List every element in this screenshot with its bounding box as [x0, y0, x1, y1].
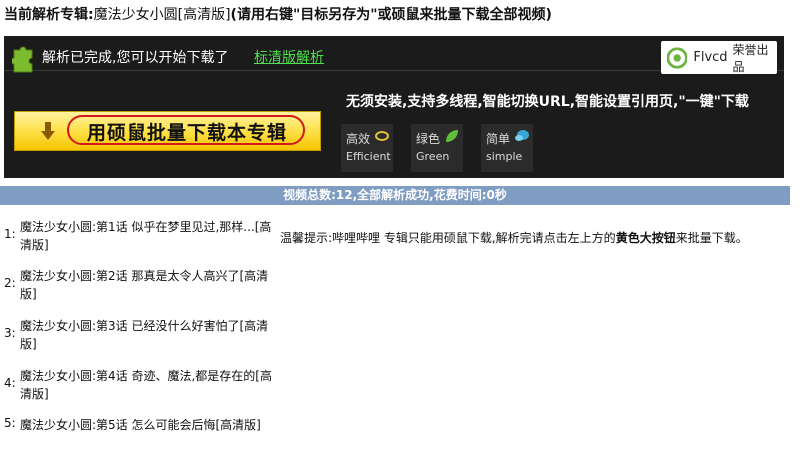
status-text: 解析已完成,您可以开始下载了: [42, 50, 229, 66]
tile-efficient-en: Efficient: [346, 150, 391, 163]
feature-text: 无须安装,支持多线程,智能切换URL,智能设置引用页,"一键"下载: [346, 94, 749, 110]
tile-green: 绿色 Green: [411, 124, 463, 172]
tip-suffix: 来批量下载。: [675, 231, 748, 245]
flvcd-logo[interactable]: Flvcd 荣誉出品: [661, 41, 777, 74]
leaf-icon: [446, 130, 458, 142]
tip-bold: 黄色大按钮: [615, 231, 676, 245]
download-arrow-icon: [41, 122, 55, 140]
flvcd-logo-icon: [667, 46, 688, 69]
logo-name: Flvcd: [693, 50, 728, 65]
video-link[interactable]: 魔法少女小圆:第1话 似乎在梦里见过,那样...[高清版]: [20, 218, 272, 254]
tile-efficient: 高效 Efficient: [341, 124, 393, 172]
tile-green-en: Green: [416, 150, 450, 163]
video-link[interactable]: 魔法少女小圆:第5话 怎么可能会后悔[高清版]: [20, 416, 272, 434]
album-note: (请用右键"目标另存为"或硕鼠来批量下载全部视频): [230, 7, 552, 23]
tile-simple: 简单 simple: [481, 124, 533, 172]
tip-text: 温馨提示:哔哩哔哩 专辑只能用硕鼠下载,解析完请点击左上方的黄色大按钮来批量下载…: [280, 229, 748, 246]
item-number: 4:: [4, 376, 16, 390]
item-number: 5:: [4, 416, 16, 430]
item-number: 2:: [4, 276, 16, 290]
tile-simple-en: simple: [486, 150, 523, 163]
video-link[interactable]: 魔法少女小圆:第2话 那真是太令人高兴了[高清版]: [20, 267, 272, 303]
download-banner: 解析已完成,您可以开始下载了 标清版解析 Flvcd 荣誉出品 无须安装,支持多…: [4, 36, 784, 178]
album-header: 当前解析专辑:魔法少女小圆[高清版](请用右键"目标另存为"或硕鼠来批量下载全部…: [4, 4, 552, 24]
album-label: 当前解析专辑:: [4, 7, 94, 23]
chat-bubble-icon: [515, 130, 529, 141]
item-number: 1:: [4, 227, 16, 241]
logo-tag: 荣誉出品: [732, 42, 769, 74]
video-link[interactable]: 魔法少女小圆:第3话 已经没什么好害怕了[高清版]: [20, 317, 272, 353]
batch-download-button[interactable]: 用硕鼠批量下载本专辑: [14, 111, 321, 151]
video-link[interactable]: 魔法少女小圆:第4话 奇迹、魔法,都是存在的[高清版]: [20, 367, 272, 403]
tile-green-cn: 绿色: [416, 132, 441, 146]
item-number: 3:: [4, 326, 16, 340]
stats-bar: 视频总数:12,全部解析成功,花费时间:0秒: [0, 186, 790, 205]
tile-efficient-cn: 高效: [346, 132, 371, 146]
puzzle-icon: [12, 46, 33, 73]
album-title: 魔法少女小圆[高清版]: [93, 7, 231, 23]
batch-download-label: 用硕鼠批量下载本专辑: [86, 122, 287, 144]
tile-simple-cn: 简单: [486, 132, 511, 146]
tip-prefix: 温馨提示:哔哩哔哩 专辑只能用硕鼠下载,解析完请点击左上方的: [280, 231, 616, 245]
ring-icon: [375, 131, 389, 141]
standard-version-link[interactable]: 标清版解析: [254, 47, 324, 67]
